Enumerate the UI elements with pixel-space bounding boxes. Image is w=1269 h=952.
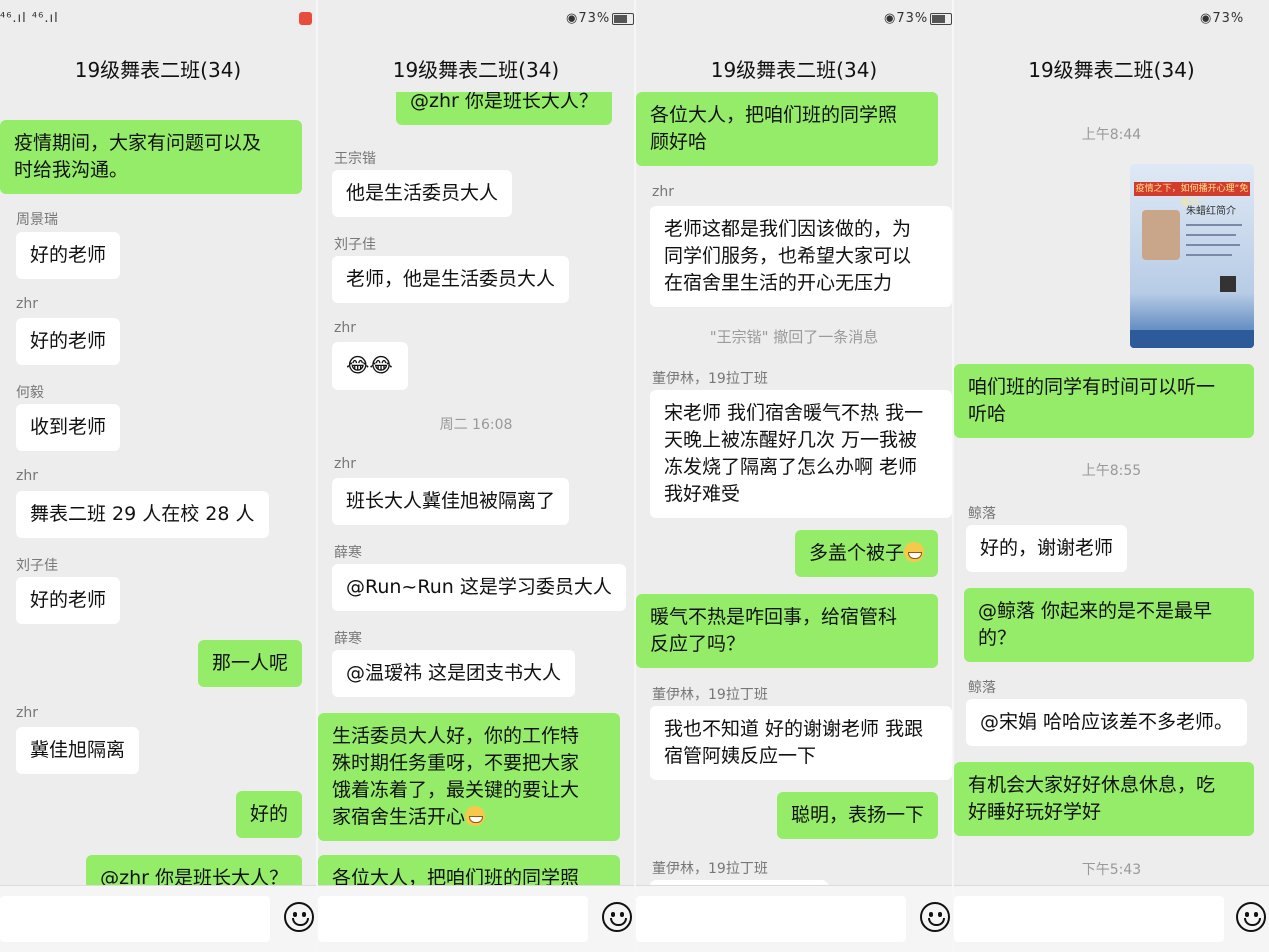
input-bar [318, 885, 634, 952]
sender-name: zhr [16, 296, 38, 312]
message-bubble[interactable]: 咱们班的同学有时间可以听一 听哈 [954, 364, 1254, 438]
emoji-icon[interactable] [602, 902, 632, 932]
sticker-bubble[interactable]: 😂😂 [332, 342, 408, 390]
message-feed[interactable]: 各位大人，把咱们班的同学照 顾好哈 zhr 老师这都是我们因该做的，为 同学们服务… [636, 92, 952, 886]
message-bubble[interactable]: @Run~Run 这是学习委员大人 [332, 564, 626, 611]
poster-title: 疫情之下，如何播开心理“免疫力” [1134, 182, 1250, 208]
emoji-icon[interactable] [1236, 902, 1266, 932]
message-bubble[interactable]: 那一人呢 [197, 640, 302, 687]
poster-name: 朱蜡红简介 [1186, 206, 1236, 217]
message-feed[interactable]: @zhr 你是班长大人？ 王宗锴 他是生活委员大人 刘子佳 老师，他是生活委员大… [318, 92, 634, 886]
grin-emoji-icon [904, 542, 924, 562]
speaker-photo [1142, 210, 1180, 260]
chat-title: 19级舞表二班(34) [74, 58, 242, 82]
status-bar: ⁴⁶.ıl ⁴⁶.ıl [0, 0, 316, 38]
laugh-cry-icon: 😂😂 [346, 353, 393, 377]
input-bar [954, 885, 1269, 952]
timestamp: 上午8:44 [1081, 127, 1142, 143]
input-bar [0, 885, 316, 952]
signal-indicators: ⁴⁶.ıl ⁴⁶.ıl [0, 11, 59, 26]
message-bubble[interactable]: 舞表二班 29 人在校 28 人 [16, 491, 269, 538]
battery-percent: 73% [578, 11, 611, 26]
sender-name: 董伊林，19拉丁班 [652, 371, 768, 387]
message-bubble[interactable]: 收到老师 [16, 404, 121, 451]
chat-panel-2: ◉73% 19级舞表二班(34) @zhr 你是班长大人？ 王宗锴 他是生活委员… [318, 0, 634, 952]
sender-name: 鲸落 [968, 506, 996, 522]
recall-notice: "王宗锴" 撤回了一条消息 [709, 328, 879, 346]
sender-name: zhr [334, 320, 356, 336]
status-bar: ◉73% [318, 0, 634, 38]
status-bar: ◉73% [1200, 11, 1245, 26]
battery-icon [930, 12, 952, 25]
message-bubble[interactable]: 好的老师 [16, 577, 121, 624]
message-bubble[interactable]: 班长大人冀佳旭被隔离了 [332, 478, 570, 525]
message-bubble[interactable]: 宋老师 我们宿舍暖气不热 我一 天晚上被冻醒好几次 万一我被 冻发烧了隔离了怎么… [650, 390, 952, 518]
chat-title: 19级舞表二班(34) [1028, 58, 1195, 82]
sender-name: 薛寒 [334, 631, 362, 647]
status-bar: ◉73% [636, 0, 952, 38]
message-feed[interactable]: 疫情期间，大家有问题可以及 时给我沟通。 周景瑞 好的老师 zhr 好的老师 何毅… [0, 92, 316, 886]
lecture-poster-image[interactable]: 疫情之下，如何播开心理“免疫力” 朱蜡红简介 [1130, 164, 1254, 348]
sender-name: zhr [16, 468, 38, 484]
sender-name: 刘子佳 [16, 558, 58, 574]
sender-name: 薛寒 [334, 545, 362, 561]
message-bubble[interactable]: 我也不知道 好的谢谢老师 我跟 宿管阿姨反应一下 [650, 706, 952, 780]
chat-panel-3: ◉73% 19级舞表二班(34) 各位大人，把咱们班的同学照 顾好哈 zhr 老师… [636, 0, 952, 952]
message-bubble[interactable]: @zhr 你是班长大人？ [396, 92, 612, 125]
input-bar [636, 885, 952, 952]
sender-name: 董伊林，19拉丁班 [652, 861, 768, 877]
message-bubble[interactable]: 疫情期间，大家有问题可以及 时给我沟通。 [0, 120, 302, 194]
chat-title: 19级舞表二班(34) [392, 58, 560, 82]
message-bubble[interactable]: 有机会大家好好休息休息，吃 好睡好玩好学好 [954, 762, 1254, 836]
message-bubble[interactable]: 好的，谢谢老师 [966, 525, 1128, 572]
message-feed[interactable]: 上午8:44 疫情之下，如何播开心理“免疫力” 朱蜡红简介 咱们班的同学有时间可… [954, 92, 1269, 886]
message-bubble[interactable]: 好的老师 [16, 232, 121, 279]
message-bubble[interactable]: 聪明，表扬一下 [776, 792, 938, 839]
timestamp: 上午8:55 [1081, 463, 1142, 479]
message-bubble[interactable]: 好的 [235, 791, 302, 838]
app-notification-icon [299, 12, 312, 25]
battery-icon [612, 12, 634, 25]
battery-percent: 73% [896, 11, 929, 26]
sender-name: 鲸落 [968, 680, 996, 696]
sender-name: 刘子佳 [334, 237, 376, 253]
sender-name: 何毅 [16, 385, 44, 401]
message-bubble[interactable]: 老师这都是我们因该做的，为 同学们服务，也希望大家可以 在宿舍里生活的开心无压力 [650, 206, 952, 307]
qr-code-icon [1220, 276, 1236, 292]
battery-percent: 73% [1212, 11, 1245, 26]
message-bubble[interactable]: @温瑷祎 这是团支书大人 [332, 650, 576, 697]
chat-panel-4: ◉73% 19级舞表二班(34) 上午8:44 疫情之下，如何播开心理“免疫力”… [954, 0, 1269, 952]
sender-name: zhr [652, 184, 674, 200]
timestamp: 下午5:43 [1081, 862, 1142, 878]
emoji-icon[interactable] [920, 902, 950, 932]
message-bubble[interactable]: 好的老师 [16, 318, 121, 365]
chat-title: 19级舞表二班(34) [710, 58, 878, 82]
message-bubble[interactable]: 暖气不热是咋回事，给宿管科 反应了吗？ [636, 594, 938, 668]
message-input[interactable] [318, 896, 588, 942]
grin-emoji-icon [465, 806, 486, 826]
message-bubble[interactable]: 多盖个被子 [794, 530, 938, 577]
message-bubble[interactable]: 老师，他是生活委员大人 [332, 256, 570, 303]
message-bubble[interactable]: 各位大人，把咱们班的同学照 [318, 855, 620, 886]
emoji-icon[interactable] [284, 902, 314, 932]
sender-name: 周景瑞 [16, 212, 58, 228]
message-input[interactable] [954, 896, 1224, 942]
sender-name: 王宗锴 [334, 151, 376, 167]
message-input[interactable] [636, 896, 906, 942]
message-input[interactable] [0, 896, 270, 942]
sender-name: 董伊林，19拉丁班 [652, 687, 768, 703]
timestamp: 周二 16:08 [439, 417, 513, 433]
message-bubble[interactable]: 各位大人，把咱们班的同学照 顾好哈 [636, 92, 938, 166]
message-bubble[interactable]: 他是生活委员大人 [332, 170, 513, 217]
sender-name: zhr [334, 456, 356, 472]
sender-name: zhr [16, 705, 38, 721]
message-bubble[interactable]: @zhr 你是班长大人？ [86, 855, 302, 886]
chat-panel-1: ⁴⁶.ıl ⁴⁶.ıl 19级舞表二班(34) 疫情期间，大家有问题可以及 时给我… [0, 0, 316, 952]
message-bubble[interactable]: @宋娟 哈哈应该差不多老师。 [966, 699, 1248, 746]
message-bubble[interactable]: 生活委员大人好，你的工作特 殊时期任务重呀，不要把大家 饿着冻着了，最关键的要让… [318, 713, 620, 841]
message-bubble[interactable]: 冀佳旭隔离 [16, 727, 140, 774]
message-bubble[interactable]: @鲸落 你起来的是不是最早 的？ [964, 588, 1254, 662]
